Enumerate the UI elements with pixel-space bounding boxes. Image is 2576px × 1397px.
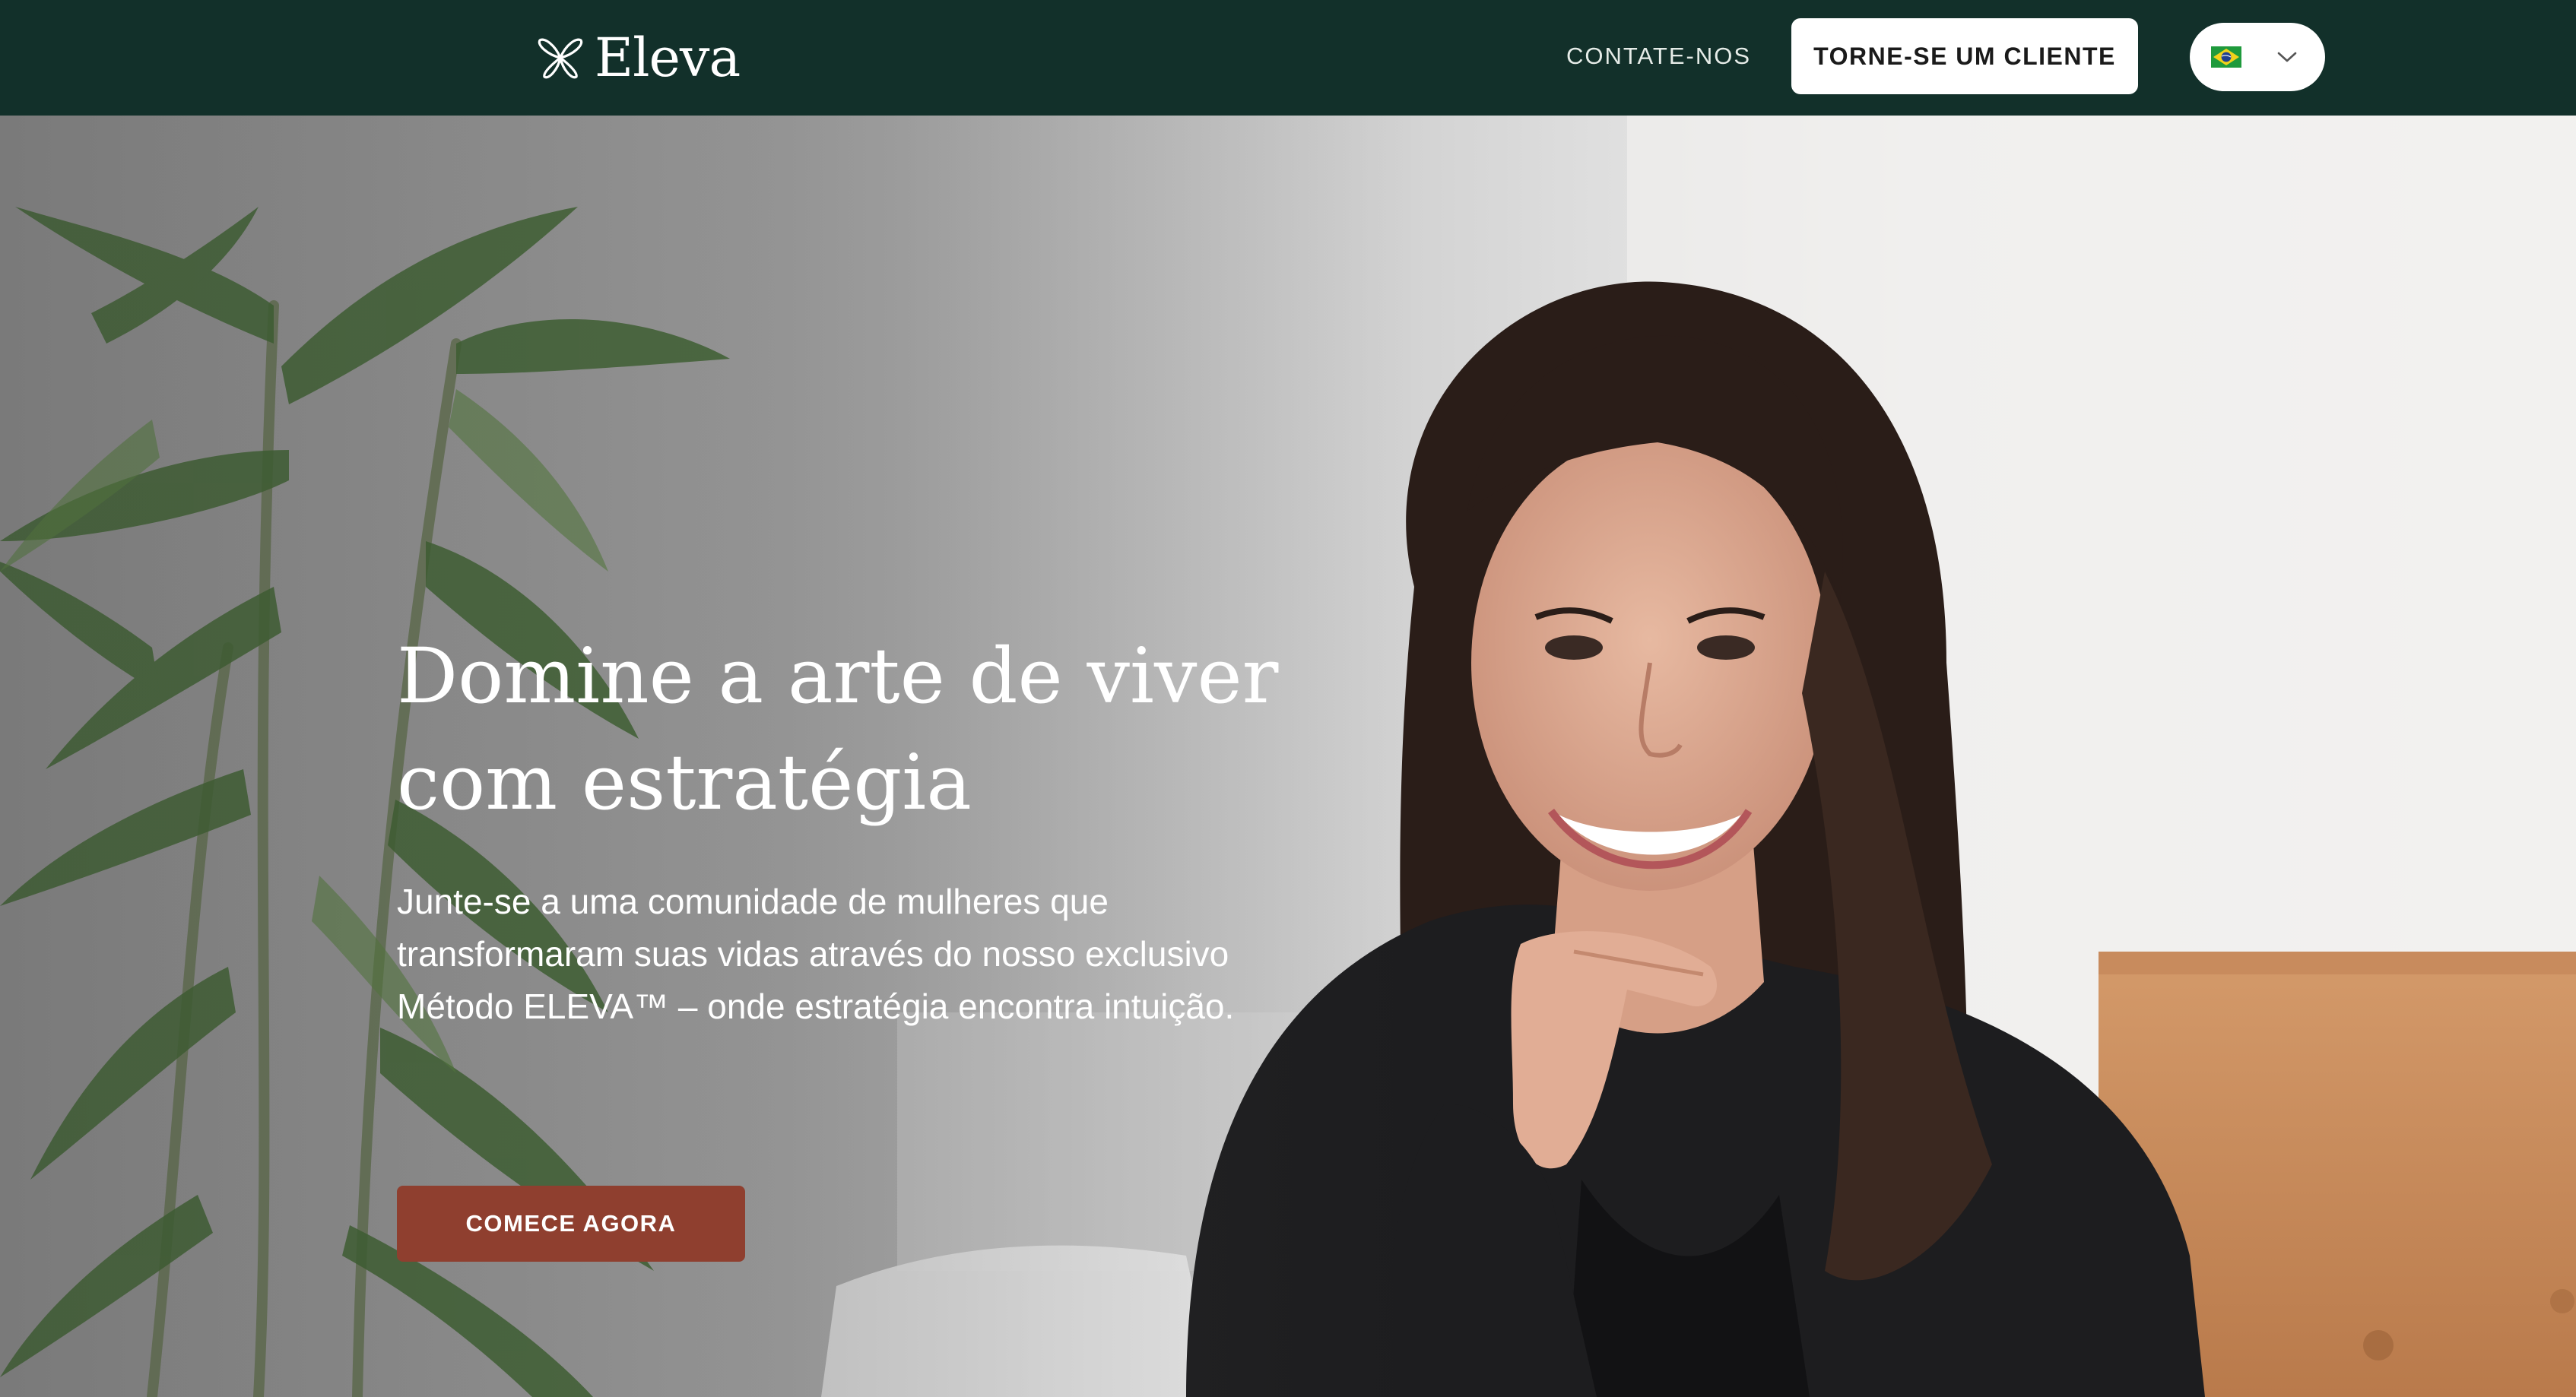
- brazil-flag-icon: [2211, 46, 2241, 68]
- become-client-button[interactable]: TORNE-SE UM CLIENTE: [1791, 18, 2138, 94]
- language-selector[interactable]: [2190, 23, 2325, 91]
- butterfly-icon: [538, 38, 583, 79]
- nav-contact-link[interactable]: CONTATE-NOS: [1566, 40, 1751, 73]
- chevron-down-icon: [2277, 52, 2297, 62]
- hero-section: Domine a arte de viver com estratégia Jun…: [0, 116, 2576, 1397]
- logo-text: Eleva: [595, 27, 741, 89]
- start-now-button[interactable]: COMECE AGORA: [397, 1186, 745, 1262]
- hero-title-line-1: Domine a arte de viver: [397, 632, 1279, 721]
- top-navigation: Eleva CONTATE-NOS TORNE-SE UM CLIENTE: [0, 0, 2576, 116]
- hero-title: Domine a arte de viver com estratégia: [397, 623, 1309, 836]
- hero-subtitle: Junte-se a uma comunidade de mulheres qu…: [397, 882, 1235, 1026]
- brand-logo[interactable]: Eleva: [537, 21, 741, 94]
- landing-page: Eleva CONTATE-NOS TORNE-SE UM CLIENTE Do…: [0, 0, 2576, 1397]
- hero-title-line-2: com estratégia: [397, 738, 972, 827]
